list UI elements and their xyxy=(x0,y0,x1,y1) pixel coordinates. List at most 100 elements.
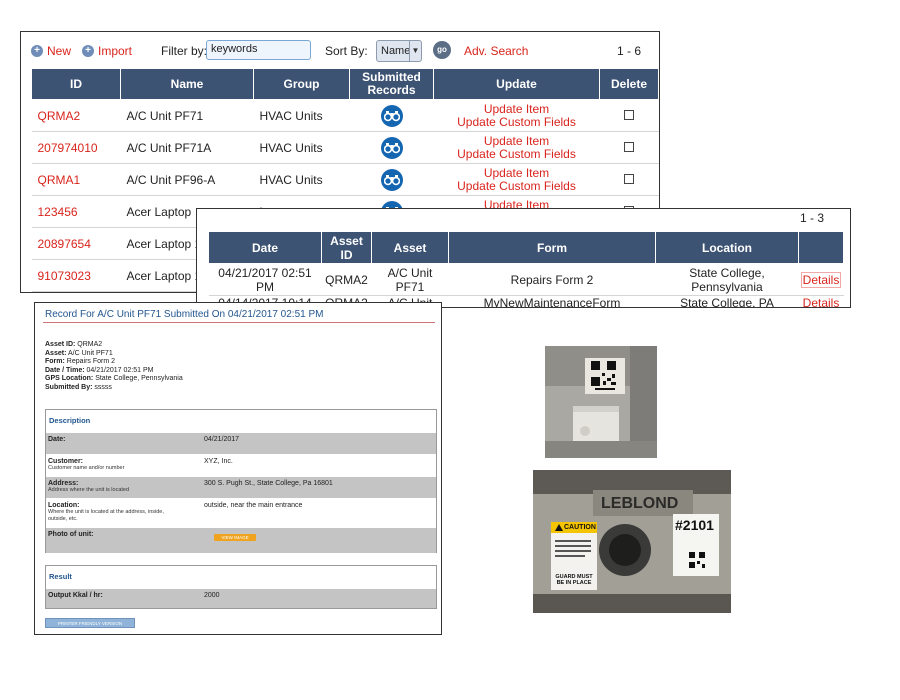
table-row: QRMA1 A/C Unit PF96-A HVAC Units Update Ite… xyxy=(31,163,659,196)
view-image-button[interactable]: VIEW IMAGE xyxy=(214,534,256,541)
field-row: Customer: Customer name and/or number XYZ… xyxy=(46,454,436,476)
col-update: Update xyxy=(433,68,600,100)
col-id[interactable]: ID xyxy=(31,68,121,100)
field-row: Output Kkal / hr: 2000 xyxy=(46,588,436,608)
import-icon: + xyxy=(82,45,94,57)
submitted-records-panel: 1 - 3 Date Asset ID Asset Form Location … xyxy=(196,208,851,308)
update-item-link[interactable]: Update Item xyxy=(440,134,594,148)
field-value: 04/21/2017 xyxy=(204,436,240,443)
asset-group: HVAC Units xyxy=(253,99,350,132)
asset-list-toolbar: + New + Import Filter by: keywords Sort … xyxy=(21,32,659,68)
description-heading: Description xyxy=(49,416,91,425)
import-button[interactable]: + Import xyxy=(82,44,132,58)
col-group[interactable]: Group xyxy=(253,68,350,100)
meta-datetime: Date / Time: 04/21/2017 02:51 PM xyxy=(45,366,154,374)
plus-icon: + xyxy=(31,45,43,57)
col-location[interactable]: Location xyxy=(655,231,799,264)
meta-asset: Asset: A/C Unit PF71 xyxy=(45,349,113,357)
col-asset[interactable]: Asset xyxy=(371,231,449,264)
field-label: Customer: xyxy=(48,458,84,465)
field-row: Date: 04/21/2017 xyxy=(46,432,436,454)
delete-cell xyxy=(599,99,659,132)
sort-select-value: Name xyxy=(381,45,411,57)
meta-form: Form: Repairs Form 2 xyxy=(45,358,116,365)
field-value: outside, near the main entrance xyxy=(204,502,303,509)
record-detail-panel: Record For A/C Unit PF71 Submitted On 04… xyxy=(34,302,442,635)
chevron-down-icon: ▼ xyxy=(409,41,421,61)
asset-id-link[interactable]: 20897654 xyxy=(38,237,91,251)
caution-label: CAUTION xyxy=(564,524,596,531)
sort-label: Sort By: xyxy=(325,44,368,58)
field-label: Output Kkal / hr: xyxy=(48,592,103,599)
update-custom-fields-link[interactable]: Update Custom Fields xyxy=(440,147,594,161)
col-submitted-records-label: Submitted Records xyxy=(362,70,421,97)
asset-id-link[interactable]: QRMA2 xyxy=(38,109,81,123)
asset-name: A/C Unit PF71A xyxy=(120,131,254,164)
records-page-range: 1 - 3 xyxy=(799,211,824,225)
col-submitted-records: Submitted Records xyxy=(349,68,434,100)
meta-asset-id: Asset ID: QRMA2 xyxy=(45,341,103,348)
delete-checkbox[interactable] xyxy=(624,141,634,152)
col-form[interactable]: Form xyxy=(448,231,656,264)
update-cell: Update ItemUpdate Custom Fields xyxy=(433,163,600,196)
sort-select[interactable]: Name ▼ xyxy=(376,40,422,62)
col-asset-id[interactable]: Asset ID xyxy=(321,231,372,264)
asset-id-link[interactable]: QRMA1 xyxy=(38,173,81,187)
field-label: Location: xyxy=(48,502,80,509)
asset-group: HVAC Units xyxy=(253,163,350,196)
record-date: 04/21/2017 02:51 PM xyxy=(208,263,322,296)
filter-input[interactable]: keywords xyxy=(206,40,311,60)
field-label: Address: xyxy=(48,480,79,487)
col-name[interactable]: Name xyxy=(120,68,254,100)
field-row: Address: Address where the unit is locate… xyxy=(46,476,436,498)
update-custom-fields-link[interactable]: Update Custom Fields xyxy=(440,179,594,193)
update-item-link[interactable]: Update Item xyxy=(440,102,594,116)
update-cell: Update ItemUpdate Custom Fields xyxy=(433,131,600,164)
update-cell: Update ItemUpdate Custom Fields xyxy=(433,99,600,132)
unit-photo-caution: LEBLOND CAUTION GUARD MUST BE IN PLACE #… xyxy=(533,470,731,613)
details-button[interactable]: Details xyxy=(800,271,842,288)
col-date[interactable]: Date xyxy=(208,231,322,264)
delete-cell xyxy=(599,131,659,164)
delete-checkbox[interactable] xyxy=(624,109,634,120)
table-row: 207974010 A/C Unit PF71A HVAC Units Update … xyxy=(31,131,659,164)
new-button-label: New xyxy=(47,44,72,58)
record-actions: Details xyxy=(798,263,844,296)
go-button[interactable]: go xyxy=(433,41,451,59)
asset-table-header: ID Name Group Submitted Records Update D… xyxy=(31,68,659,100)
delete-checkbox[interactable] xyxy=(624,173,634,184)
meta-gps: GPS Location: State College, Pennsylvani… xyxy=(45,375,183,382)
update-custom-fields-link[interactable]: Update Custom Fields xyxy=(440,115,594,129)
result-section: Result Output Kkal / hr: 2000 xyxy=(45,565,437,609)
binoculars-icon[interactable] xyxy=(380,104,403,127)
adv-search-link[interactable]: Adv. Search xyxy=(464,44,528,58)
binoculars-icon[interactable] xyxy=(380,168,403,191)
page-range: 1 - 6 xyxy=(616,44,641,58)
record-meta: Asset ID: QRMA2 Asset: A/C Unit PF71 For… xyxy=(45,341,183,392)
unit-photo-qr-image xyxy=(545,346,657,458)
record-asset-id: QRMA2 xyxy=(321,263,372,296)
record-asset: A/C Unit PF71 xyxy=(371,263,449,296)
submitted-records-cell xyxy=(349,131,434,164)
record-actions: Details xyxy=(798,295,844,307)
table-row: 04/21/2017 02:51 PM QRMA2 A/C Unit PF71 … xyxy=(208,263,844,296)
details-link[interactable]: Details xyxy=(803,296,840,307)
asset-id-link[interactable]: 207974010 xyxy=(38,141,98,155)
field-row: Photo of unit: VIEW IMAGE xyxy=(46,527,436,553)
asset-id-link[interactable]: 91073023 xyxy=(38,269,91,283)
records-table-header: Date Asset ID Asset Form Location xyxy=(208,231,844,264)
field-label: Photo of unit: xyxy=(48,531,94,538)
import-button-label: Import xyxy=(98,44,133,58)
record-form: MyNewMaintenanceForm xyxy=(448,295,656,307)
photo-brand-text: LEBLOND xyxy=(601,495,679,512)
printer-friendly-button[interactable]: PRINTER FRIENDLY VERSION xyxy=(45,618,135,628)
unit-photo-qr xyxy=(545,346,657,458)
record-location: State College, Pennsylvania xyxy=(655,263,799,296)
delete-cell xyxy=(599,163,659,196)
binoculars-icon[interactable] xyxy=(380,136,403,159)
new-button[interactable]: + New xyxy=(31,44,71,58)
asset-id-link[interactable]: 123456 xyxy=(38,205,78,219)
update-item-link[interactable]: Update Item xyxy=(440,166,594,180)
field-hint: Address where the unit is located xyxy=(48,487,130,493)
guard-text: GUARD MUST BE IN PLACE xyxy=(555,574,593,586)
